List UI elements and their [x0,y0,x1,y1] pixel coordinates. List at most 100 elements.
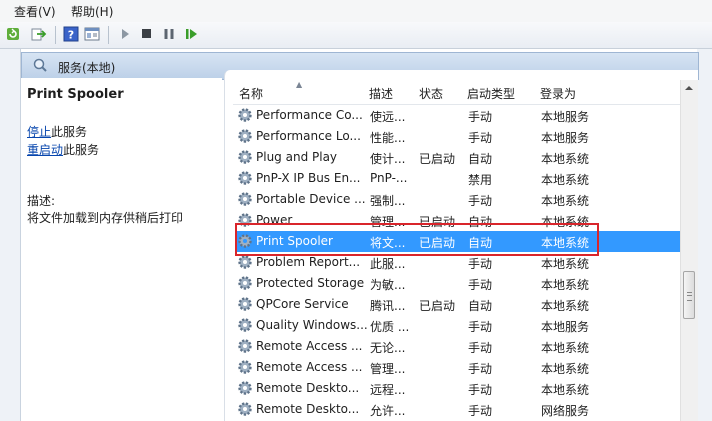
service-description: 远程... [370,383,406,397]
service-name: Problem Report... [256,255,361,269]
menu-help[interactable]: 帮助(H) [71,3,113,20]
service-name: Remote Deskto... [256,402,360,416]
stop-service-link[interactable]: 停止 [27,125,51,139]
service-name: Performance Co... [256,108,363,122]
service-name: Performance Lo... [256,129,361,143]
service-description: 无论... [370,341,406,355]
service-logon-as: 本地系统 [541,362,590,376]
table-row[interactable]: Remote Deskto... 允许... 手动 网络服务 [235,399,680,420]
service-gear-icon [238,360,252,374]
column-status[interactable]: 状态 [419,85,443,102]
sort-ascending-icon: ▲ [296,80,303,89]
grip-icon [687,292,692,301]
column-description[interactable]: 描述 [369,85,393,102]
table-row[interactable]: Quality Windows... 优质 ... 手动 本地服务 [235,315,680,336]
table-row[interactable]: PnP-X IP Bus En... PnP-... 禁用 本地系统 [235,168,680,189]
restart-action: 重启动此服务 [27,141,99,158]
console-tree-edge [0,49,21,421]
menu-view[interactable]: 查看(V) [14,3,56,20]
service-logon-as: 本地服务 [541,110,590,124]
stop-icon[interactable] [139,26,155,42]
service-description: 此服... [370,257,406,271]
service-startup-type: 手动 [468,194,493,208]
service-startup-type: 禁用 [468,173,493,187]
table-row[interactable]: Remote Access ... 管理... 手动 本地系统 [235,357,680,378]
service-description: 腾讯... [370,299,406,313]
vertical-scrollbar[interactable] [680,80,698,421]
service-startup-type: 手动 [468,110,493,124]
restart-action-suffix: 此服务 [63,143,100,157]
service-name: Remote Deskto... [256,381,360,395]
table-row[interactable]: Performance Lo... 性能... 手动 本地服务 [235,126,680,147]
stop-action: 停止此服务 [27,123,87,140]
service-startup-type: 自动 [468,299,493,313]
service-name: Portable Device ... [256,192,366,206]
refresh-icon[interactable] [6,26,22,42]
start-icon[interactable] [117,26,133,42]
service-name: Remote Access ... [256,360,363,374]
service-gear-icon [238,318,252,332]
service-name: Quality Windows... [256,318,368,332]
description-text: 将文件加载到内存供稍后打印 [27,211,184,225]
restart-icon[interactable] [184,26,200,42]
toolbar-separator [55,26,56,44]
column-startup-type[interactable]: 启动类型 [467,85,515,102]
service-startup-type: 手动 [468,131,493,145]
table-row[interactable]: Portable Device ... 强制... 手动 本地系统 [235,189,680,210]
service-description: 允许... [370,404,406,418]
service-description: 优质 ... [370,320,410,334]
properties-icon[interactable] [84,26,100,42]
highlight-box [235,223,599,256]
search-icon [33,58,47,72]
service-description: 使远... [370,110,406,124]
service-description: 性能... [370,131,406,145]
service-startup-type: 手动 [468,404,493,418]
pause-icon[interactable] [161,26,177,42]
service-startup-type: 手动 [468,320,493,334]
selected-service-name: Print Spooler [27,87,124,102]
help-icon[interactable]: ? [63,26,79,42]
service-gear-icon [238,402,252,416]
stop-action-suffix: 此服务 [51,125,88,139]
service-startup-type: 自动 [468,152,493,166]
export-list-icon[interactable] [31,26,47,42]
column-name[interactable]: 名称 [239,85,263,102]
service-gear-icon [238,381,252,395]
right-gutter [697,49,712,421]
service-startup-type: 手动 [468,257,493,271]
service-logon-as: 本地系统 [541,257,590,271]
table-row[interactable]: Remote Deskto... 远程... 手动 本地系统 [235,378,680,399]
service-logon-as: 本地系统 [541,341,590,355]
column-logon-as[interactable]: 登录为 [540,85,576,102]
service-name: Protected Storage [256,276,365,290]
service-startup-type: 手动 [468,341,493,355]
service-name: Plug and Play [256,150,338,164]
menu-bar: 查看(V) 帮助(H) [0,0,712,22]
table-row[interactable]: Protected Storage 为敏... 手动 本地系统 [235,273,680,294]
service-description: PnP-... [370,171,408,185]
service-logon-as: 本地系统 [541,152,590,166]
service-gear-icon [238,108,252,122]
service-name: QPCore Service [256,297,349,311]
toolbar: ? [0,22,712,49]
restart-service-link[interactable]: 重启动 [27,143,63,157]
header-title: 服务(本地) [58,61,116,75]
table-row[interactable]: Remote Access ... 无论... 手动 本地系统 [235,336,680,357]
scroll-up-icon[interactable] [684,84,694,92]
table-row[interactable]: Performance Co... 使远... 手动 本地服务 [235,105,680,126]
service-gear-icon [238,276,252,290]
table-row[interactable]: QPCore Service 腾讯... 已启动 自动 本地系统 [235,294,680,315]
service-description: 使计... [370,152,406,166]
service-logon-as: 网络服务 [541,404,590,418]
service-name: Remote Access ... [256,339,363,353]
service-logon-as: 本地系统 [541,383,590,397]
service-logon-as: 本地系统 [541,194,590,208]
service-gear-icon [238,192,252,206]
service-gear-icon [238,129,252,143]
table-row[interactable]: Plug and Play 使计... 已启动 自动 本地系统 [235,147,680,168]
scrollbar-thumb[interactable] [683,271,695,319]
service-status: 已启动 [419,299,456,313]
service-description: 强制... [370,194,406,208]
service-description-pane: Print Spooler 停止此服务 重启动此服务 描述: 将文件加载到内存供… [21,78,222,421]
service-logon-as: 本地系统 [541,173,590,187]
